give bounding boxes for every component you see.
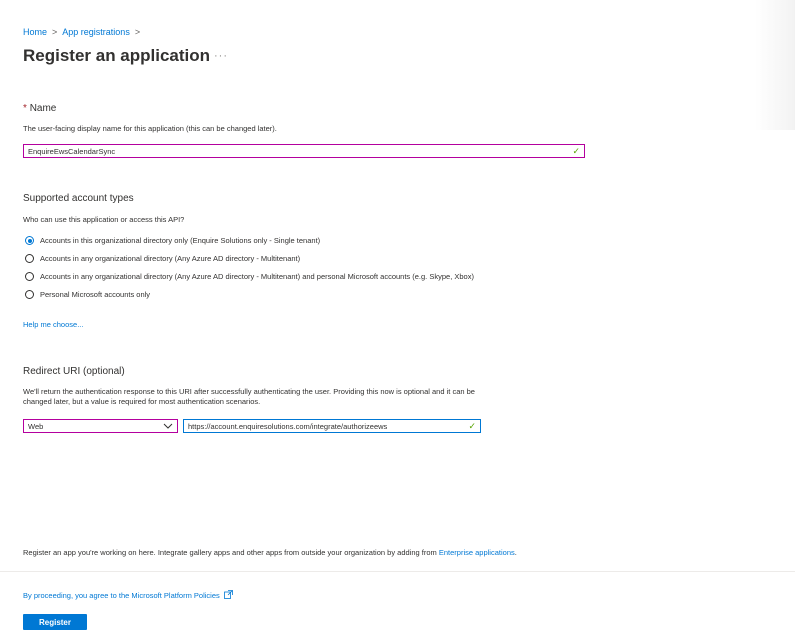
footer-info-text: Register an app you're working on here. …: [23, 548, 437, 557]
redirect-uri-description-line1: We'll return the authentication response…: [23, 387, 475, 396]
account-types-label: Supported account types: [23, 193, 134, 204]
external-link-icon: [223, 590, 233, 601]
page-title: Register an application: [23, 46, 211, 65]
radio-unselected-icon[interactable]: [25, 290, 34, 299]
redirect-uri-label: Redirect URI (optional): [23, 366, 125, 377]
redirect-uri-input[interactable]: https://account.enquiresolutions.com/int…: [183, 419, 481, 433]
account-types-question: Who can use this application or access t…: [23, 215, 185, 224]
radio-option-multitenant[interactable]: Accounts in any organizational directory…: [25, 254, 300, 263]
radio-label: Accounts in any organizational directory…: [40, 272, 474, 281]
platform-policies-link[interactable]: By proceeding, you agree to the Microsof…: [23, 590, 233, 601]
required-mark: *: [23, 103, 27, 114]
name-description: The user-facing display name for this ap…: [23, 124, 277, 133]
chevron-down-icon: [163, 422, 173, 431]
name-input[interactable]: EnquireEwsCalendarSync ✓: [23, 144, 585, 158]
breadcrumb-separator: >: [52, 27, 58, 37]
radio-unselected-icon[interactable]: [25, 272, 34, 281]
radio-option-personal-only[interactable]: Personal Microsoft accounts only: [25, 290, 150, 299]
platform-policies-text: By proceeding, you agree to the Microsof…: [23, 591, 220, 600]
footer-info-end: .: [514, 548, 517, 557]
radio-label: Accounts in any organizational directory…: [40, 254, 301, 263]
radio-selected-icon[interactable]: [25, 236, 34, 245]
register-button[interactable]: Register: [23, 614, 87, 630]
name-label-text: Name: [29, 103, 57, 114]
radio-label: Accounts in this organizational director…: [40, 236, 321, 245]
platform-select[interactable]: Web: [23, 419, 178, 433]
breadcrumb-app-registrations[interactable]: App registrations: [62, 27, 130, 37]
footer-divider: [0, 571, 795, 572]
breadcrumb-separator: >: [134, 27, 141, 37]
radio-unselected-icon[interactable]: [25, 254, 34, 263]
name-input-value: EnquireEwsCalendarSync: [28, 146, 116, 156]
window-edge-shadow: [755, 0, 795, 130]
redirect-uri-description-line2: changed later, but a value is required f…: [23, 397, 261, 406]
name-label: * Name: [23, 103, 56, 114]
radio-option-single-tenant[interactable]: Accounts in this organizational director…: [25, 236, 320, 245]
breadcrumb-home[interactable]: Home: [23, 27, 47, 37]
help-me-choose-link[interactable]: Help me choose...: [23, 320, 83, 329]
redirect-uri-value: https://account.enquiresolutions.com/int…: [188, 421, 388, 431]
radio-option-multitenant-personal[interactable]: Accounts in any organizational directory…: [25, 272, 474, 281]
checkmark-icon: ✓: [468, 420, 476, 431]
radio-label: Personal Microsoft accounts only: [40, 290, 151, 299]
checkmark-icon: ✓: [572, 145, 580, 156]
platform-select-value: Web: [28, 421, 44, 431]
footer-info: Register an app you're working on here. …: [23, 548, 517, 558]
breadcrumb: Home > App registrations >: [23, 27, 140, 37]
more-options-icon[interactable]: ···: [214, 50, 228, 62]
enterprise-applications-link[interactable]: Enterprise applications: [439, 548, 515, 557]
